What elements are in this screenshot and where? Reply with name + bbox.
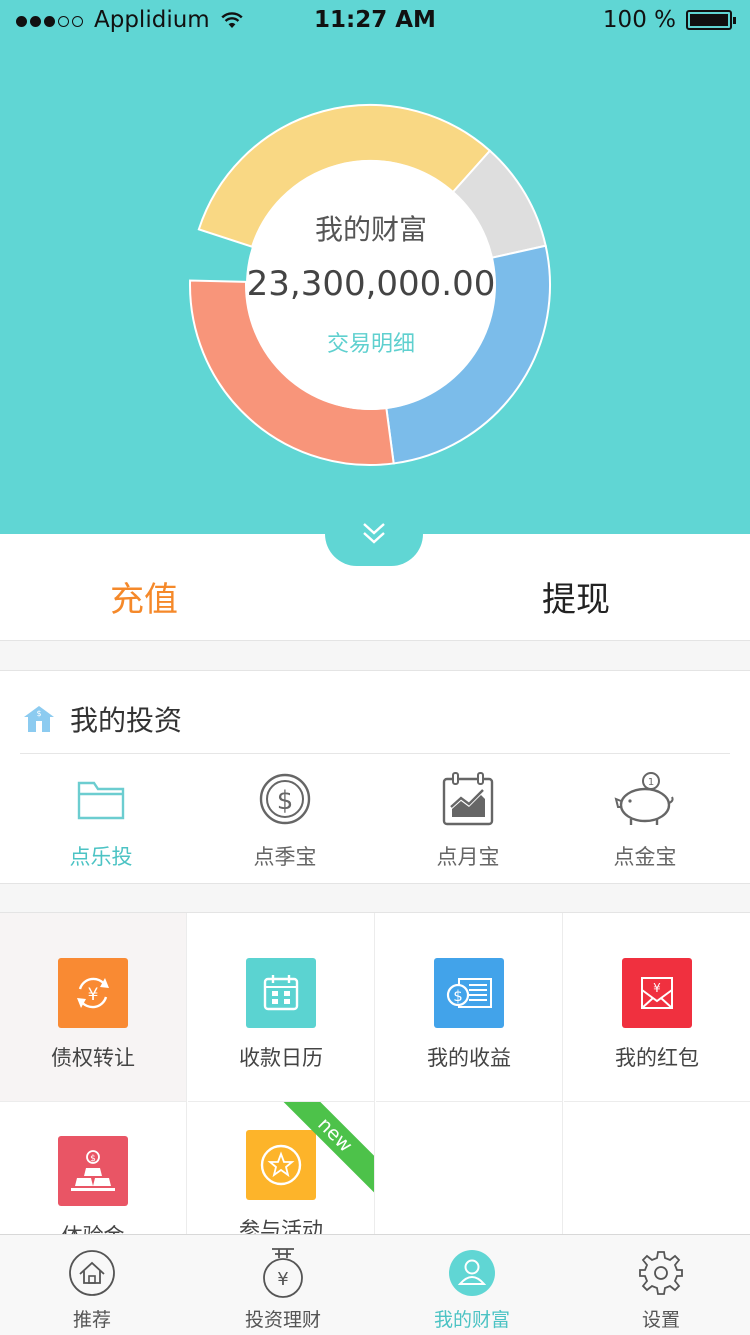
tab-bar: 推荐 ¥ 投资理财 我的财富 设置 xyxy=(0,1234,750,1335)
double-chevron-down-icon xyxy=(363,523,385,544)
feature-tile xyxy=(246,958,316,1028)
svg-text:¥: ¥ xyxy=(277,1269,288,1290)
product-dianjibao[interactable]: $ 点季宝 xyxy=(200,767,370,871)
svg-text:$: $ xyxy=(453,987,463,1005)
svg-text:$: $ xyxy=(277,786,294,816)
svg-text:$: $ xyxy=(36,709,41,718)
donut-center: 我的财富 23,300,000.00 交易明细 xyxy=(246,160,496,410)
piggy-bank-icon: 1 xyxy=(614,772,674,825)
feature-my-red-envelope[interactable]: ¥ 我的红包 xyxy=(564,913,750,1102)
recharge-button[interactable]: 充值 xyxy=(110,572,178,621)
withdraw-button[interactable]: 提现 xyxy=(542,572,610,621)
product-dianyuebao[interactable]: 点月宝 xyxy=(383,767,553,871)
tab-label: 投资理财 xyxy=(244,1309,321,1331)
feature-label: 我的红包 xyxy=(615,1046,699,1070)
tab-label: 设置 xyxy=(641,1309,680,1331)
tab-label: 推荐 xyxy=(72,1309,111,1331)
folder-icon xyxy=(77,781,125,820)
feature-tile: $ xyxy=(434,958,504,1028)
bill-icon: $ xyxy=(446,978,492,1008)
feature-label: 我的收益 xyxy=(427,1046,511,1070)
feature-label: 收款日历 xyxy=(239,1046,323,1070)
tab-my-wealth[interactable]: 我的财富 xyxy=(402,1247,542,1332)
feature-tile: $ xyxy=(58,1136,128,1206)
gold-bars-icon: $ xyxy=(71,1150,115,1191)
calendar-chart-icon xyxy=(442,772,494,826)
product-label: 点乐投 xyxy=(69,845,133,869)
bank-house-icon: $ xyxy=(24,706,54,732)
gear-icon xyxy=(639,1251,683,1295)
star-icon xyxy=(260,1144,302,1186)
my-investments-title: 我的投资 xyxy=(70,704,183,737)
yen-transfer-icon: ¥ xyxy=(77,977,109,1009)
my-investments-section: $ 我的投资 点乐投 $ 点季宝 点月宝 1 点金宝 xyxy=(0,670,750,884)
transaction-detail-link[interactable]: 交易明细 xyxy=(246,326,496,358)
dollar-coin-icon: $ xyxy=(259,773,311,825)
product-dianletou[interactable]: 点乐投 xyxy=(16,767,186,871)
tab-settings[interactable]: 设置 xyxy=(591,1247,731,1332)
divider xyxy=(20,753,730,754)
feature-tile: ¥ xyxy=(58,958,128,1028)
svg-text:$: $ xyxy=(90,1154,96,1164)
feature-my-earnings[interactable]: $ 我的收益 xyxy=(376,913,563,1102)
user-icon xyxy=(449,1250,495,1296)
wealth-title: 我的财富 xyxy=(314,213,427,246)
product-dianjinbao[interactable]: 1 点金宝 xyxy=(560,767,730,871)
feature-debt-transfer[interactable]: ¥ 债权转让 xyxy=(0,913,187,1102)
feature-grid: ¥ 债权转让 收款日历 $ 我的收益 ¥ 我的红包 $ 参与活动 new xyxy=(0,912,750,1291)
tab-label: 我的财富 xyxy=(433,1309,510,1331)
product-label: 点月宝 xyxy=(436,845,500,869)
svg-text:¥: ¥ xyxy=(653,981,661,995)
my-investments-header: $ 我的投资 xyxy=(22,699,182,739)
wealth-amount: 23,300,000.00 xyxy=(246,264,496,304)
tab-recommend[interactable]: 推荐 xyxy=(22,1247,162,1332)
product-label: 点季宝 xyxy=(253,845,317,869)
feature-tile: ¥ xyxy=(622,958,692,1028)
home-icon xyxy=(69,1250,115,1296)
feature-collection-calendar[interactable]: 收款日历 xyxy=(188,913,375,1102)
feature-label: 债权转让 xyxy=(51,1046,135,1070)
calendar-icon xyxy=(263,975,299,1011)
tab-investment[interactable]: ¥ 投资理财 xyxy=(213,1247,353,1332)
svg-text:¥: ¥ xyxy=(88,985,99,1005)
svg-text:1: 1 xyxy=(648,777,654,788)
product-label: 点金宝 xyxy=(613,845,677,869)
yen-hanger-icon: ¥ xyxy=(263,1248,303,1298)
wealth-header: Applidium 11:27 AM 100 % 我的财富 23,300,000… xyxy=(0,0,750,534)
red-envelope-icon: ¥ xyxy=(641,977,673,1009)
feature-tile xyxy=(246,1130,316,1200)
